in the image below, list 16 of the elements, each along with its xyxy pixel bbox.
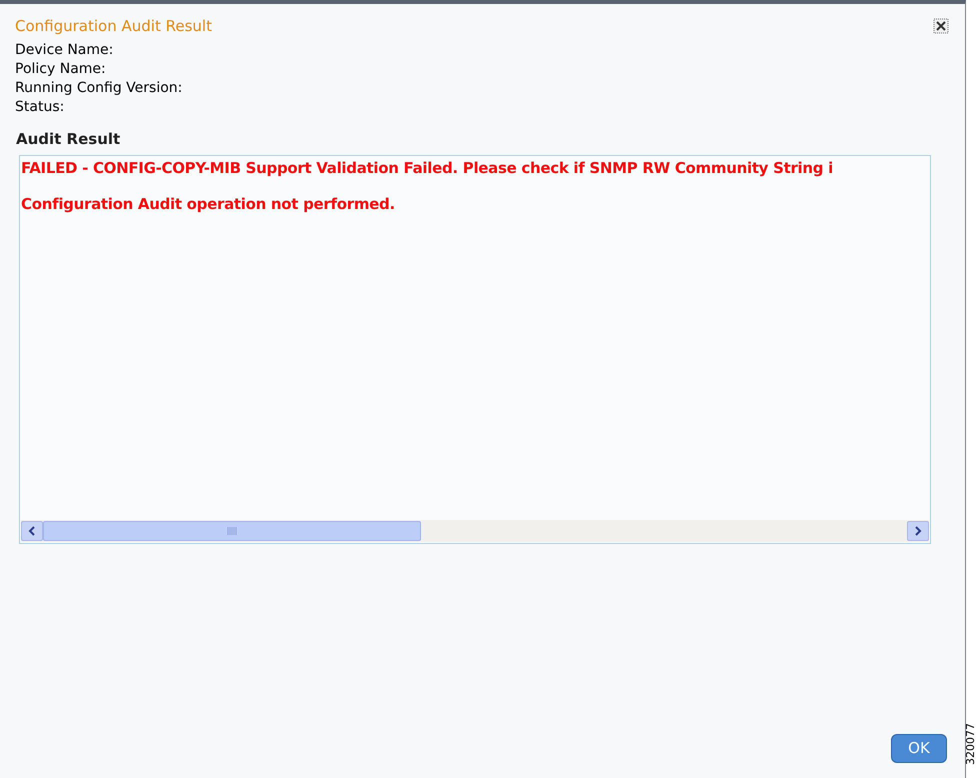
field-label: Running Config Version: — [15, 79, 184, 98]
ok-button[interactable]: OK — [891, 734, 947, 763]
error-message: Configuration Audit operation not performed. — [21, 195, 395, 213]
error-message: FAILED - CONFIG-COPY-MIB Support Validation Failed. Please check if SNMP RW Community String i — [21, 159, 833, 177]
field-label: Status: — [15, 98, 66, 117]
scroll-right-button[interactable] — [907, 521, 929, 541]
grip-icon — [227, 527, 237, 535]
field-label: Policy Name: — [15, 60, 107, 79]
chevron-left-icon — [28, 526, 36, 536]
chevron-right-icon — [914, 526, 922, 536]
figure-number: 320077 — [965, 723, 977, 765]
field-label: Device Name: — [15, 41, 114, 60]
close-icon[interactable] — [933, 18, 949, 34]
section-heading: Audit Result — [15, 129, 122, 149]
scroll-left-button[interactable] — [21, 521, 43, 541]
dialog-title: Configuration Audit Result — [15, 16, 212, 36]
